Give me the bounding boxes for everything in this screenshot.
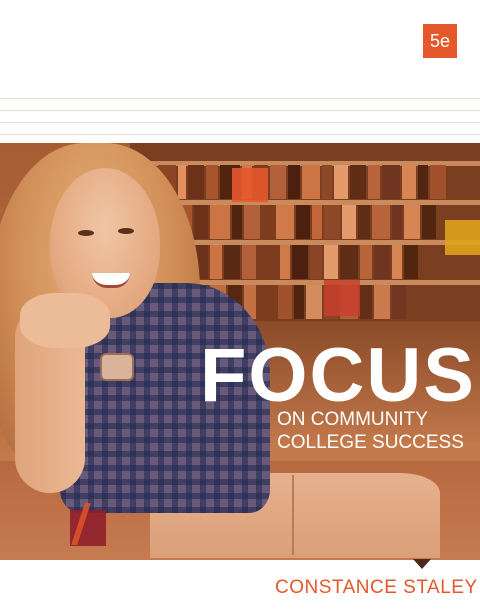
right-eye <box>118 228 134 234</box>
header-rule-3 <box>0 122 480 123</box>
edition-badge: 5e <box>423 24 457 58</box>
cover-subtitle-line2: COLLEGE SUCCESS <box>277 432 464 453</box>
wristwatch <box>100 353 134 381</box>
left-eye <box>78 230 94 236</box>
book-spine <box>292 475 294 555</box>
accent-square-orange <box>232 168 268 202</box>
book-row <box>130 165 480 199</box>
author-name: CONSTANCE STALEY <box>275 577 478 598</box>
cover-subtitle-line1: ON COMMUNITY <box>277 409 428 430</box>
header-rule-1 <box>0 98 480 99</box>
accent-square-red <box>324 280 360 316</box>
header-rule-2 <box>0 110 480 111</box>
header-rule-4 <box>0 134 480 135</box>
accent-square-yellow <box>445 220 480 255</box>
photo-pointer <box>413 559 431 569</box>
cover-title: FOCUS <box>200 333 476 418</box>
student-hands <box>20 293 110 348</box>
